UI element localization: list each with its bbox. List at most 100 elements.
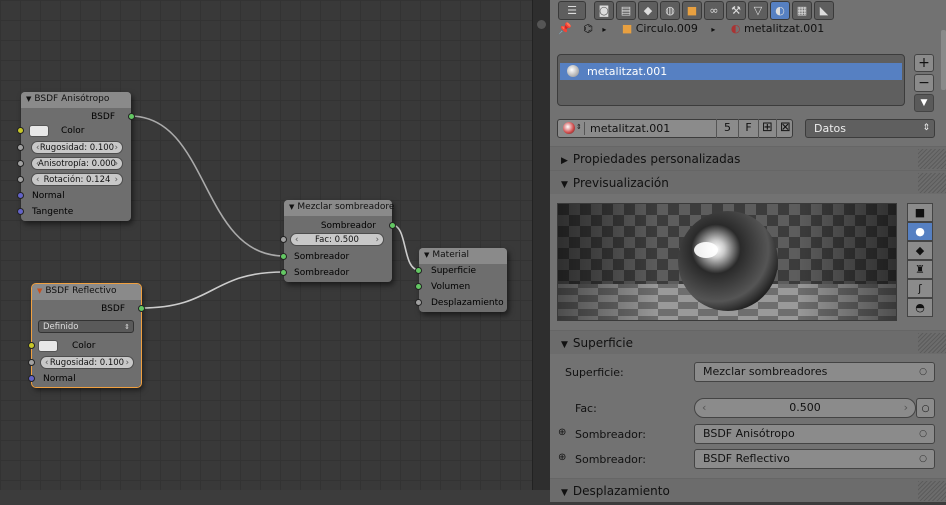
color-socket[interactable] [28,342,35,349]
preview-monkey-button[interactable]: ♜ [907,260,933,279]
editor-type-menu[interactable]: ☰ [558,1,586,20]
shader2-socket[interactable] [280,269,287,276]
material-datablock[interactable]: ⇕ metalitzat.001 5 F ⊞ ⊠ [557,119,793,138]
color-swatch[interactable] [38,340,58,352]
shader1-selector[interactable]: BSDF Anisótropo ○ [694,424,935,444]
panel-grip[interactable] [918,149,946,169]
node-header[interactable]: ▼ BSDF Reflectivo [32,284,141,300]
material-tab[interactable]: ◐ [770,1,790,20]
cube-icon: ◆ [915,244,925,257]
expand-plus-icon[interactable]: ⊕ [558,452,566,463]
modifiers-tab[interactable]: ⚒ [726,1,746,20]
anisotropy-socket[interactable] [17,160,24,167]
panel-preview[interactable]: ▼ Previsualización [550,170,946,194]
scrollbar-thumb[interactable] [941,30,946,90]
node-material-output[interactable]: ▼ Material Superficie Volumen Desplazamie… [415,248,507,312]
link-type-dropdown[interactable]: Datos ⇕ [805,119,935,138]
unlink-icon[interactable]: ⊠ [776,119,794,138]
panel-custom-properties[interactable]: ▶ Propiedades personalizadas [550,146,946,170]
material-slot-item[interactable]: metalitzat.001 [560,63,902,80]
output-label: BSDF [101,304,125,314]
node-bsdf-anisotropic[interactable]: ▼BSDF Anisótropo BSDF Color Rugosidad: 0… [17,92,135,221]
color-swatch[interactable] [29,125,49,137]
collapse-icon[interactable]: ▼ [424,251,429,259]
panel-grip[interactable] [918,333,946,353]
roughness-slider[interactable]: Rugosidad: 0.100 [40,356,134,369]
pin-icon[interactable]: 📌 [558,22,572,35]
texture-tab[interactable]: ▦ [792,1,812,20]
collapse-icon[interactable]: ▼ [26,95,31,103]
shader2-selector[interactable]: BSDF Reflectivo ○ [694,449,935,469]
displacement-socket[interactable] [415,299,422,306]
material-slot-list[interactable]: metalitzat.001 [557,54,905,106]
preview-sphere-button[interactable]: ● [907,222,933,241]
new-material-icon[interactable]: ⊞ [758,119,776,138]
preview-cube-button[interactable]: ◆ [907,241,933,260]
shader1-socket[interactable] [280,253,287,260]
remove-slot-button[interactable]: − [914,74,934,92]
color-socket[interactable] [17,127,24,134]
area-split-handle[interactable] [537,20,546,29]
fake-user-toggle[interactable]: F [738,119,758,138]
panel-displacement[interactable]: ▼ Desplazamiento [550,478,946,502]
preview-render [558,204,896,320]
rotation-slider[interactable]: Rotación: 0.124 [31,173,123,186]
output-socket[interactable] [138,305,145,312]
area-divider[interactable] [532,0,550,490]
panel-grip[interactable] [918,481,946,501]
material-name-field[interactable]: metalitzat.001 [590,120,670,137]
fac-slider[interactable]: ‹ 0.500 › [694,398,916,418]
surface-socket[interactable] [415,267,422,274]
output-socket[interactable] [389,222,396,229]
chevron-right-icon: ▸ [711,25,716,34]
data-tab[interactable]: ▽ [748,1,768,20]
anisotropy-slider[interactable]: Anisotropía: 0.000 [31,157,123,170]
rotation-socket[interactable] [17,176,24,183]
scene-tab[interactable]: ◆ [638,1,658,20]
camera-icon: ◙ [598,4,610,17]
roughness-socket[interactable] [17,144,24,151]
normal-socket[interactable] [17,192,24,199]
increment-arrow-icon[interactable]: › [904,399,908,417]
preview-sky-button[interactable]: ◓ [907,298,933,317]
fac-socket[interactable] [280,236,287,243]
constraints-tab[interactable]: ∞ [704,1,724,20]
decrement-arrow-icon[interactable]: ‹ [702,399,706,417]
plane-icon: ■ [914,206,926,219]
roughness-slider[interactable]: Rugosidad: 0.100 [31,141,123,154]
surface-shader-selector[interactable]: Mezclar sombreadores ○ [694,362,935,382]
node-editor[interactable]: ▼BSDF Anisótropo BSDF Color Rugosidad: 0… [0,0,532,490]
physics-tab[interactable]: ◣ [814,1,834,20]
panel-surface[interactable]: ▼ Superficie [550,330,946,354]
roughness-socket[interactable] [28,359,35,366]
preview-flat-button[interactable]: ■ [907,203,933,222]
fac-label: Fac: [575,402,597,415]
node-header[interactable]: ▼ BSDF Anisótropo [21,92,131,108]
world-tab[interactable]: ◍ [660,1,680,20]
material-browse-icon[interactable]: ⇕ [561,122,585,135]
node-header[interactable]: ▼ Mezclar sombreadore [284,200,394,216]
panel-grip[interactable] [918,173,946,193]
object-name: Circulo.009 [635,22,698,35]
node-bsdf-glossy[interactable]: ▼BSDF Reflectivo BSDF Definido ⇕ Color Ru… [28,283,145,388]
distribution-dropdown[interactable]: Definido ⇕ [38,320,134,333]
tangent-socket[interactable] [17,208,24,215]
fac-link-button[interactable]: ○ [916,398,935,418]
collapse-icon[interactable]: ▼ [289,203,294,211]
expand-plus-icon[interactable]: ⊕ [558,427,566,438]
node-header[interactable]: ▼ Material [419,248,507,264]
preview-hair-button[interactable]: ʃ [907,279,933,298]
render-tab[interactable]: ◙ [594,1,614,20]
render-layers-tab[interactable]: ▤ [616,1,636,20]
volume-socket[interactable] [415,283,422,290]
add-slot-button[interactable]: + [914,54,934,72]
normal-socket[interactable] [28,375,35,382]
fac-slider[interactable]: Fac: 0.500 [290,233,384,246]
object-tab[interactable]: ■ [682,1,702,20]
slot-specials-button[interactable]: ▼ [914,94,934,112]
node-mix-shader[interactable]: ▼Mezclar sombreadore Sombreador Fac: 0.5… [280,200,396,282]
output-socket[interactable] [128,113,135,120]
link-dot-icon: ○ [921,404,930,414]
collapse-icon[interactable]: ▼ [37,287,42,295]
slot-label: metalitzat.001 [587,65,668,78]
